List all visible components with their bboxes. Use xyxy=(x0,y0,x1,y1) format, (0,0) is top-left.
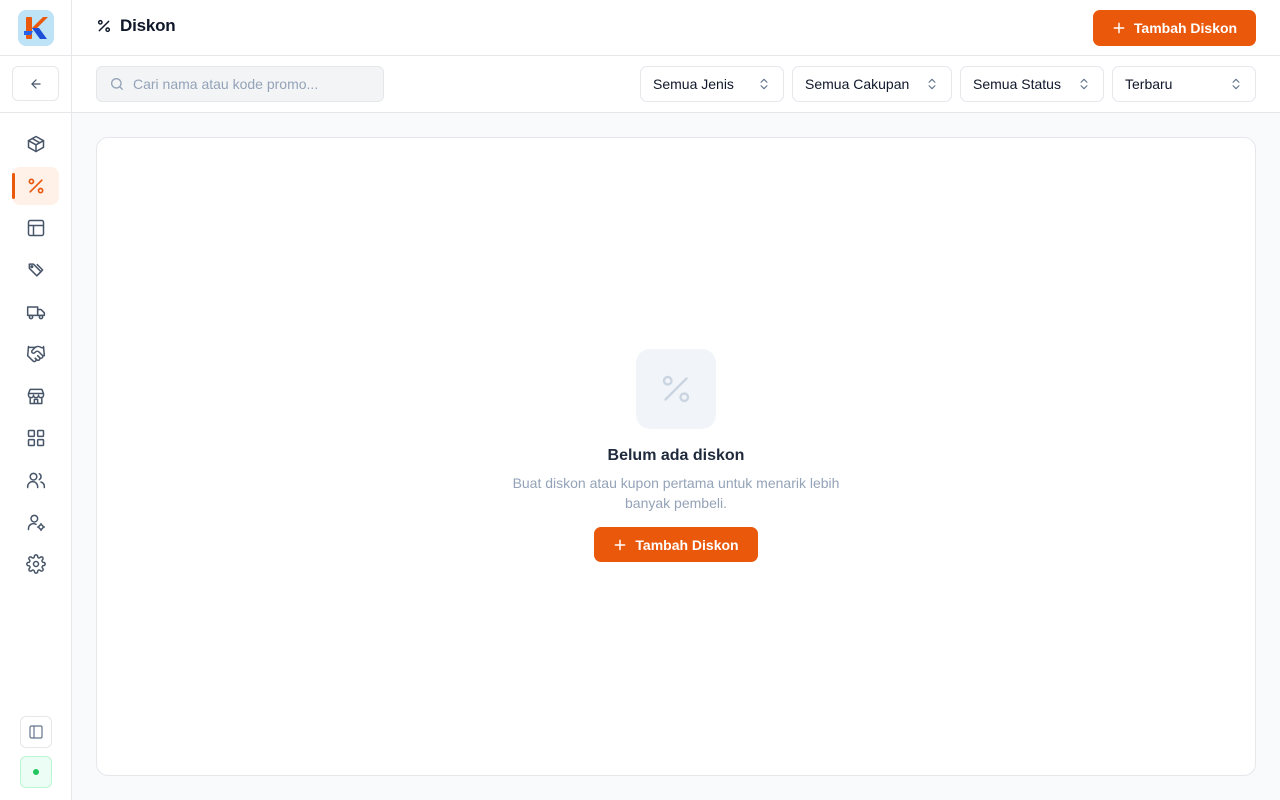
package-icon xyxy=(27,135,44,153)
status-filter-value: Semua Status xyxy=(973,76,1061,92)
add-discount-button[interactable]: Tambah Diskon xyxy=(1093,10,1256,46)
empty-state-description: Buat diskon atau kupon pertama untuk men… xyxy=(512,475,840,511)
plus-icon xyxy=(614,539,626,550)
online-status-indicator[interactable] xyxy=(20,756,52,788)
sidebar-item-apps[interactable] xyxy=(12,419,59,457)
percent-icon xyxy=(97,19,111,33)
page-header: Diskon Tambah Diskon xyxy=(72,0,1280,56)
search-input[interactable] xyxy=(133,76,373,92)
sidebar-nav xyxy=(12,125,59,587)
sort-select[interactable]: Terbaru xyxy=(1112,66,1256,102)
handshake-icon xyxy=(26,345,45,363)
discount-list-card: Belum ada diskon Buat diskon atau kupon … xyxy=(96,137,1256,776)
status-filter-select[interactable]: Semua Status xyxy=(960,66,1104,102)
truck-icon xyxy=(26,306,45,320)
sidebar-item-customers[interactable] xyxy=(12,461,59,499)
search-icon xyxy=(111,78,123,90)
sidebar-item-staff[interactable] xyxy=(12,503,59,541)
sidebar-item-layout[interactable] xyxy=(12,209,59,247)
sidebar-item-settings[interactable] xyxy=(12,545,59,583)
status-dot-icon xyxy=(33,769,39,775)
type-filter-value: Semua Jenis xyxy=(653,76,734,92)
sidebar-divider xyxy=(0,112,71,113)
chevrons-up-down-icon xyxy=(928,78,936,90)
plus-icon xyxy=(1113,22,1125,34)
sidebar-divider xyxy=(0,55,71,56)
users-icon xyxy=(26,472,45,489)
filter-group: Semua Jenis Semua Cakupan Semua Status T… xyxy=(640,66,1256,102)
sidebar xyxy=(0,0,72,800)
store-icon xyxy=(27,388,44,405)
user-cog-icon xyxy=(27,514,45,532)
page-title-group: Diskon xyxy=(96,16,176,36)
chevrons-up-down-icon xyxy=(1232,78,1240,90)
panel-left-icon xyxy=(29,725,43,739)
page-title: Diskon xyxy=(120,16,176,35)
sidebar-item-store[interactable] xyxy=(12,377,59,415)
scope-filter-select[interactable]: Semua Cakupan xyxy=(792,66,952,102)
chevrons-up-down-icon xyxy=(760,78,768,90)
sidebar-item-partners[interactable] xyxy=(12,335,59,373)
logo-mark-icon xyxy=(24,17,48,39)
filter-toolbar: Semua Jenis Semua Cakupan Semua Status T… xyxy=(72,56,1280,113)
settings-icon xyxy=(25,554,46,574)
tags-icon xyxy=(28,263,43,277)
grid-icon xyxy=(27,429,44,447)
scope-filter-value: Semua Cakupan xyxy=(805,76,910,92)
chevrons-up-down-icon xyxy=(1080,78,1088,90)
add-discount-button-label: Tambah Diskon xyxy=(1133,20,1238,36)
sort-value: Terbaru xyxy=(1125,76,1173,92)
app-logo[interactable] xyxy=(18,10,54,46)
sidebar-item-discounts[interactable] xyxy=(12,167,59,205)
percent-icon xyxy=(28,178,43,194)
sidebar-item-shipping[interactable] xyxy=(12,293,59,331)
percent-icon xyxy=(662,375,690,403)
layout-icon xyxy=(27,219,44,237)
arrow-left-icon xyxy=(30,78,41,89)
type-filter-select[interactable]: Semua Jenis xyxy=(640,66,784,102)
empty-add-discount-button[interactable]: Tambah Diskon xyxy=(594,527,758,562)
sidebar-item-products[interactable] xyxy=(12,125,59,163)
back-button[interactable] xyxy=(12,66,59,101)
search-box xyxy=(96,66,384,102)
empty-add-discount-button-label: Tambah Diskon xyxy=(635,536,739,553)
empty-state-title: Belum ada diskon xyxy=(607,447,745,464)
empty-state: Belum ada diskon Buat diskon atau kupon … xyxy=(97,349,1255,562)
toggle-sidebar-button[interactable] xyxy=(20,716,52,748)
empty-state-icon-box xyxy=(636,349,716,429)
sidebar-item-tags[interactable] xyxy=(12,251,59,289)
